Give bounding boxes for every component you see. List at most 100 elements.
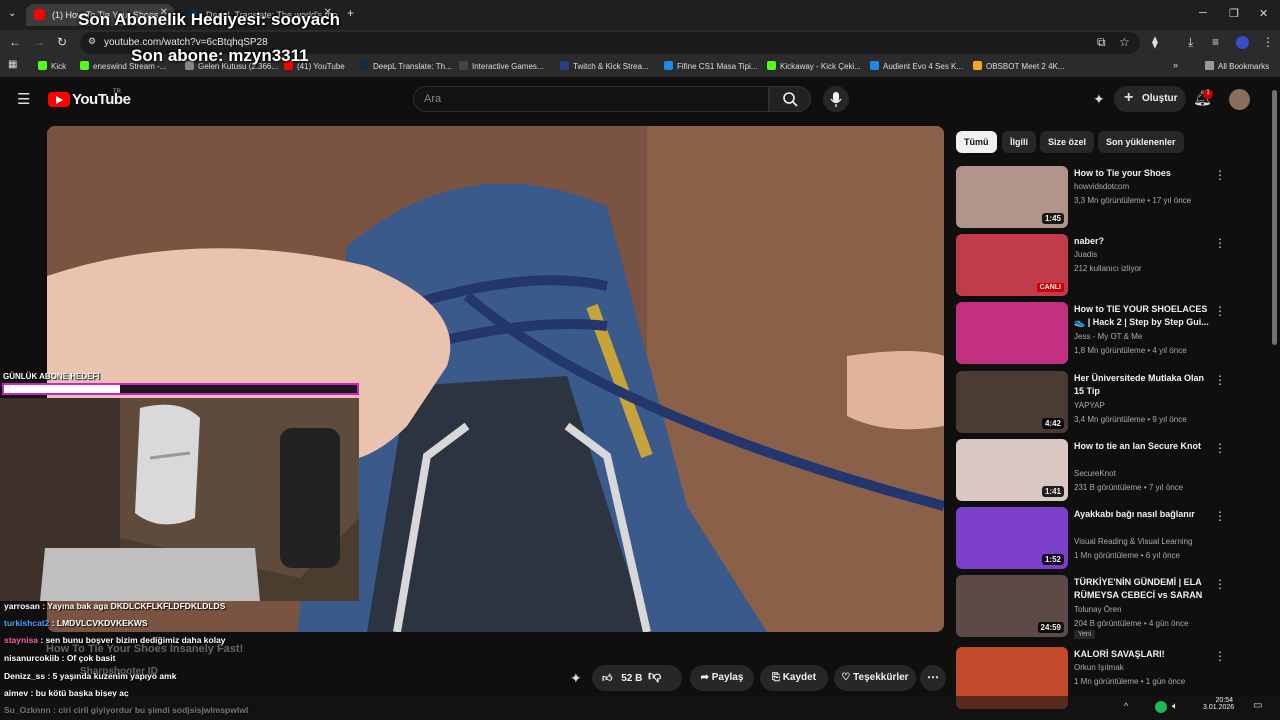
chip-recent[interactable]: Son yüklenenler xyxy=(1098,131,1184,153)
chip-all[interactable]: Tümü xyxy=(956,131,997,153)
volume-icon[interactable]: 🔈︎ xyxy=(1172,702,1178,712)
extensions-icon[interactable]: ⧫ xyxy=(1152,36,1158,48)
restore-icon[interactable]: ❐ xyxy=(1229,7,1239,20)
video-title[interactable]: Her Üniversitede Mutlaka Olan 15 Tip xyxy=(1074,372,1214,398)
chat-username: staynisa xyxy=(4,635,39,645)
bookmark-item[interactable]: Interactive Games... xyxy=(459,61,544,71)
sparkle-icon[interactable]: ✦ xyxy=(570,671,582,685)
channel-name[interactable]: YAPYAP xyxy=(1074,401,1105,410)
user-avatar[interactable] xyxy=(1229,89,1250,110)
download-icon[interactable]: ⤓ xyxy=(1188,36,1193,48)
more-actions-icon[interactable]: ⋯ xyxy=(920,665,946,691)
spotify-tray-icon[interactable] xyxy=(1155,701,1167,713)
video-title[interactable]: naber? xyxy=(1074,235,1214,248)
live-badge: CANLI xyxy=(1036,283,1064,292)
create-button[interactable]: + Oluştur xyxy=(1114,86,1186,112)
reload-icon[interactable]: ↻ xyxy=(57,36,67,48)
hamburger-menu-icon[interactable]: ☰ xyxy=(17,92,30,107)
channel-name[interactable]: Orkun Işıtmak xyxy=(1074,663,1124,672)
scrollbar-thumb[interactable] xyxy=(1272,90,1277,345)
duration-badge: 4:42 xyxy=(1041,418,1064,429)
bookmark-item[interactable]: OBSBOT Meet 2 4K... xyxy=(973,61,1065,71)
bookmark-item[interactable]: Kick xyxy=(38,61,66,71)
video-title[interactable]: KALORİ SAVAŞLARI! xyxy=(1074,648,1214,661)
chat-username: nisanurcokiib xyxy=(4,653,60,663)
more-bookmarks-icon[interactable]: » xyxy=(1173,61,1178,70)
video-thumbnail[interactable] xyxy=(956,302,1068,364)
more-options-icon[interactable]: ⋮ xyxy=(1214,373,1226,387)
more-options-icon[interactable]: ⋮ xyxy=(1214,509,1226,523)
bookmark-item[interactable]: Twitch & Kick Strea... xyxy=(560,61,649,71)
site-info-icon[interactable]: ⚙ xyxy=(88,37,96,46)
video-title[interactable]: How to tie an Ian Secure Knot xyxy=(1074,440,1214,453)
video-title[interactable]: TÜRKİYE'NİN GÜNDEMİ | ELA RÜMEYSA CEBECİ… xyxy=(1074,576,1214,602)
reading-list-icon[interactable]: ≡ xyxy=(1212,36,1219,48)
profile-avatar[interactable] xyxy=(1236,36,1249,49)
recommendation-item[interactable]: 1:41 How to tie an Ian Secure Knot SecureK… xyxy=(956,439,1256,501)
bookmark-item[interactable]: Audient Evo 4 Ses K... xyxy=(870,61,963,71)
video-thumbnail[interactable]: 1:52 xyxy=(956,507,1068,569)
back-icon[interactable]: ← xyxy=(9,36,21,48)
all-bookmarks[interactable]: All Bookmarks xyxy=(1205,61,1269,71)
recommendation-item[interactable]: 1:52 Ayakkabı bağı nasıl bağlanır Visual R… xyxy=(956,507,1256,569)
channel-name[interactable]: howvidsdotcom xyxy=(1074,182,1129,191)
bookmark-item[interactable]: Fifine CS1 Masa Tipi... xyxy=(664,61,757,71)
bookmark-star-icon[interactable]: ☆ xyxy=(1119,36,1130,48)
channel-name[interactable]: SecureKnot xyxy=(1074,469,1116,478)
bookmark-item[interactable]: Kickaway - Kick Çeki... xyxy=(767,61,861,71)
more-options-icon[interactable]: ⋮ xyxy=(1214,441,1226,455)
microphone-icon xyxy=(830,92,842,107)
minimize-icon[interactable]: ─ xyxy=(1199,7,1207,19)
like-button[interactable]: 👍︎ 52 B 👎︎ xyxy=(592,665,682,691)
chat-username: yarrosan xyxy=(4,601,40,611)
more-options-icon[interactable]: ⋮ xyxy=(1214,168,1226,182)
tab-search-icon[interactable]: ⌄ xyxy=(8,9,16,19)
video-title[interactable]: Ayakkabı bağı nasıl bağlanır xyxy=(1074,508,1214,521)
search-input[interactable]: Ara xyxy=(413,86,769,112)
more-options-icon[interactable]: ⋮ xyxy=(1214,304,1226,318)
channel-name[interactable]: Visual Reading & Visual Learning xyxy=(1074,537,1192,546)
channel-name[interactable]: Tolunay Ören xyxy=(1074,605,1122,614)
more-options-icon[interactable]: ⋮ xyxy=(1214,577,1226,591)
last-sub-overlay: Son abone: mzyn3311 xyxy=(131,46,309,65)
thumbs-down-icon[interactable]: 👎︎ xyxy=(648,668,661,684)
chip-for-you[interactable]: Size özel xyxy=(1040,131,1095,153)
share-button[interactable]: ➦ Paylaş xyxy=(690,665,754,691)
more-options-icon[interactable]: ⋮ xyxy=(1214,236,1226,250)
tray-chevron-icon[interactable]: ^ xyxy=(1124,702,1128,711)
recommendation-item[interactable]: 1:45 How to Tie your Shoes howvidsdotcom 3,… xyxy=(956,166,1256,228)
apps-grid-icon[interactable]: ▦ xyxy=(8,60,17,70)
video-thumbnail[interactable]: 24:59 xyxy=(956,575,1068,637)
video-title[interactable]: How to Tie your Shoes xyxy=(1074,167,1214,180)
chip-related[interactable]: İlgili xyxy=(1002,131,1036,153)
forward-icon[interactable]: → xyxy=(33,36,45,48)
chat-text: : Of çok basit xyxy=(59,653,116,663)
recommendation-item[interactable]: 4:42 Her Üniversitede Mutlaka Olan 15 Tip… xyxy=(956,371,1256,433)
activity-icon[interactable]: ✦ xyxy=(1093,92,1105,106)
youtube-logo-icon[interactable] xyxy=(48,92,70,107)
recommendation-item[interactable]: How to TIE YOUR SHOELACES 👟 | Hack 2 | S… xyxy=(956,302,1256,364)
video-thumbnail[interactable]: 1:41 xyxy=(956,439,1068,501)
channel-name[interactable]: Jess - My OT & Me xyxy=(1074,332,1142,341)
video-thumbnail[interactable]: 1:45 xyxy=(956,166,1068,228)
search-button[interactable] xyxy=(769,86,811,112)
bookmark-label: Audient Evo 4 Ses K... xyxy=(883,62,964,71)
new-tab-button[interactable]: + xyxy=(347,7,354,19)
video-thumbnail[interactable]: 4:42 xyxy=(956,371,1068,433)
save-button[interactable]: ⎘ Kaydet xyxy=(760,665,828,691)
thanks-button[interactable]: ♡ Teşekkürler xyxy=(834,665,916,691)
install-app-icon[interactable]: ⧉ xyxy=(1097,36,1106,48)
more-options-icon[interactable]: ⋮ xyxy=(1214,649,1226,663)
recommendation-item[interactable]: CANLI naber? Juadis 212 kullanıcı izliyor ⋮ xyxy=(956,234,1256,296)
menu-icon[interactable]: ⋮ xyxy=(1262,36,1274,48)
voice-search-button[interactable] xyxy=(823,86,849,112)
clock[interactable]: 20:54 3.01.2026 xyxy=(1203,697,1234,711)
video-thumbnail[interactable]: CANLI xyxy=(956,234,1068,296)
youtube-logo-text[interactable]: YouTube xyxy=(72,91,131,108)
recommendation-item[interactable]: 24:59 TÜRKİYE'NİN GÜNDEMİ | ELA RÜMEYSA C… xyxy=(956,575,1256,639)
notification-center-icon[interactable]: ▭ xyxy=(1253,701,1262,711)
video-title[interactable]: How to TIE YOUR SHOELACES 👟 | Hack 2 | S… xyxy=(1074,303,1214,329)
bookmark-item[interactable]: DeepL Translate: Th... xyxy=(360,61,452,71)
close-window-icon[interactable]: ✕ xyxy=(1259,7,1268,20)
channel-name[interactable]: Juadis xyxy=(1074,250,1097,259)
